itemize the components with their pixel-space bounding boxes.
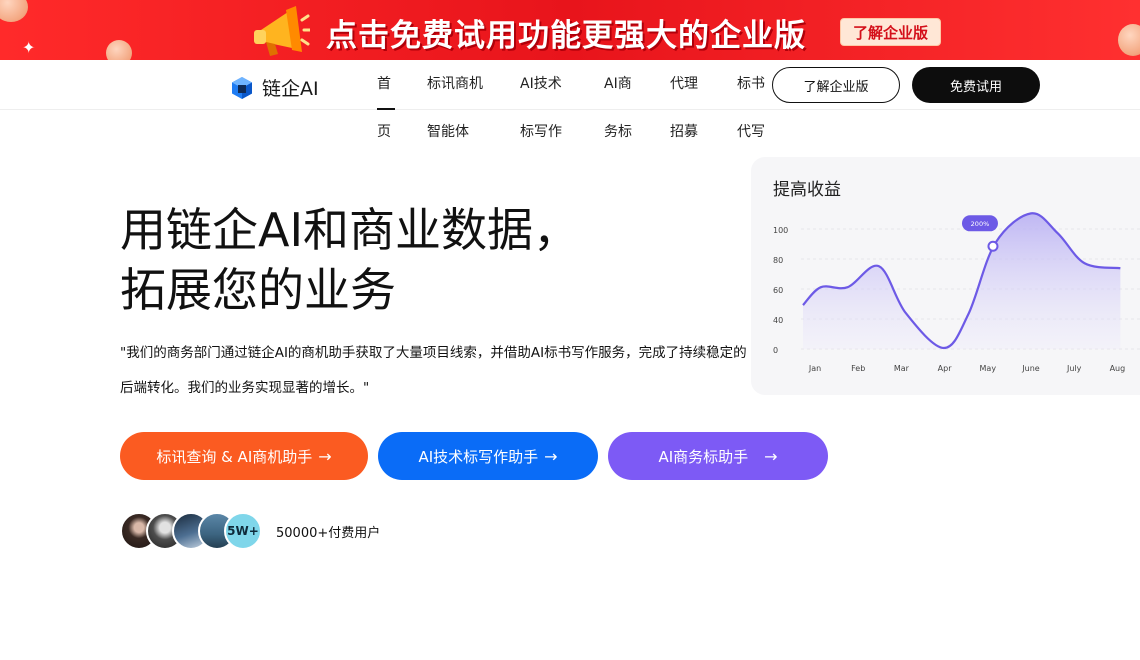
nav-item-label: 代写: [737, 124, 765, 140]
y-tick-label: 60: [773, 286, 783, 295]
sparkle-icon: ✦: [22, 38, 36, 57]
y-tick-label: 80: [773, 256, 783, 265]
megaphone-icon: [254, 6, 310, 56]
ai-tech-bid-button[interactable]: AI技术标写作助手 →: [378, 432, 598, 480]
ai-business-bid-button[interactable]: AI商务标助手 →: [608, 432, 828, 480]
free-trial-button[interactable]: 免费试用: [912, 67, 1040, 103]
revenue-chart-card: 提高收益 0 40 60 80 100 Jan Feb Mar Apr May June July Au…: [751, 157, 1140, 395]
x-tick-label: Jan: [808, 364, 821, 373]
x-tick-label: Apr: [938, 364, 953, 373]
nav-item-ai-tech-bid[interactable]: AI技术 标写作: [520, 60, 562, 140]
cube-logo-icon: [232, 76, 252, 99]
logo[interactable]: 链企AI: [230, 74, 319, 101]
user-stats: 5W+ 50000+付费用户: [120, 512, 380, 550]
nav-item-label: 标书: [737, 76, 765, 92]
x-tick-label: Feb: [851, 364, 865, 373]
button-label: AI技术标写作助手: [418, 447, 539, 466]
promo-headline: 点击免费试用功能更强大的企业版: [326, 18, 806, 54]
x-tick-label: July: [1066, 364, 1082, 373]
nav-item-label: AI技术: [520, 76, 562, 92]
button-label: AI商务标助手: [658, 447, 749, 466]
coin-decoration: [1118, 24, 1140, 56]
x-tick-label: Aug: [1110, 364, 1126, 373]
nav-item-home[interactable]: 首 页: [377, 60, 395, 140]
x-tick-label: May: [980, 364, 997, 373]
user-count-badge: 5W+: [224, 512, 262, 550]
paid-users-label: 50000+付费用户: [276, 525, 381, 541]
nav-item-bid-agent[interactable]: 标讯商机 智能体: [427, 60, 483, 140]
hero-title: 用链企AI和商业数据， 拓展您的业务: [120, 200, 579, 320]
nav-item-label: 标讯商机: [427, 76, 483, 92]
hero-title-line: 拓展您的业务: [120, 263, 396, 317]
nav-item-label: 页: [377, 124, 391, 140]
hero-title-line: 用链企AI和商业数据，: [120, 203, 580, 257]
top-nav: 链企AI 首 页 标讯商机 智能体 AI技术 标写作 AI商 务标 代理 招募 …: [0, 60, 1140, 140]
highlight-label: 200%: [971, 220, 990, 228]
coin-decoration: [106, 40, 132, 60]
highlight-point: [987, 240, 999, 252]
nav-item-label: 智能体: [427, 124, 469, 140]
nav-item-bid-writing[interactable]: 标书 代写: [737, 60, 765, 140]
nav-item-ai-business-bid[interactable]: AI商 务标: [604, 60, 632, 140]
nav-item-agent-recruit[interactable]: 代理 招募: [670, 60, 698, 140]
button-label: 标讯查询 & AI商机助手: [156, 447, 313, 466]
nav-item-label: 招募: [670, 124, 698, 140]
nav-item-label: 代理: [670, 76, 698, 92]
bid-search-button[interactable]: 标讯查询 & AI商机助手 →: [120, 432, 368, 480]
nav-item-label: 标写作: [520, 124, 562, 140]
y-tick-label: 40: [773, 316, 783, 325]
customer-quote: "我们的商务部门通过链企AI的商机助手获取了大量项目线索，并借助AI标书写作服务…: [120, 345, 747, 396]
promo-banner[interactable]: ✦ 点击免费试用功能更强大的企业版 了解企业版: [0, 0, 1140, 60]
y-tick-label: 0: [773, 346, 778, 355]
arrow-right-icon: →: [318, 446, 332, 466]
x-tick-label: June: [1021, 364, 1040, 373]
arrow-right-icon: →: [764, 446, 778, 466]
nav-item-label: AI商: [604, 76, 632, 92]
x-tick-label: Mar: [894, 364, 910, 373]
enterprise-button[interactable]: 了解企业版: [772, 67, 900, 103]
revenue-area-chart: 0 40 60 80 100 Jan Feb Mar Apr May June July Aug 200%: [773, 212, 1140, 373]
coin-decoration: [0, 0, 28, 22]
y-tick-label: 100: [773, 226, 788, 235]
nav-item-label: 务标: [604, 124, 632, 140]
logo-text: 链企AI: [262, 78, 319, 100]
nav-item-label: 首: [377, 76, 391, 92]
promo-enterprise-button[interactable]: 了解企业版: [840, 18, 942, 46]
arrow-right-icon: →: [544, 446, 558, 466]
